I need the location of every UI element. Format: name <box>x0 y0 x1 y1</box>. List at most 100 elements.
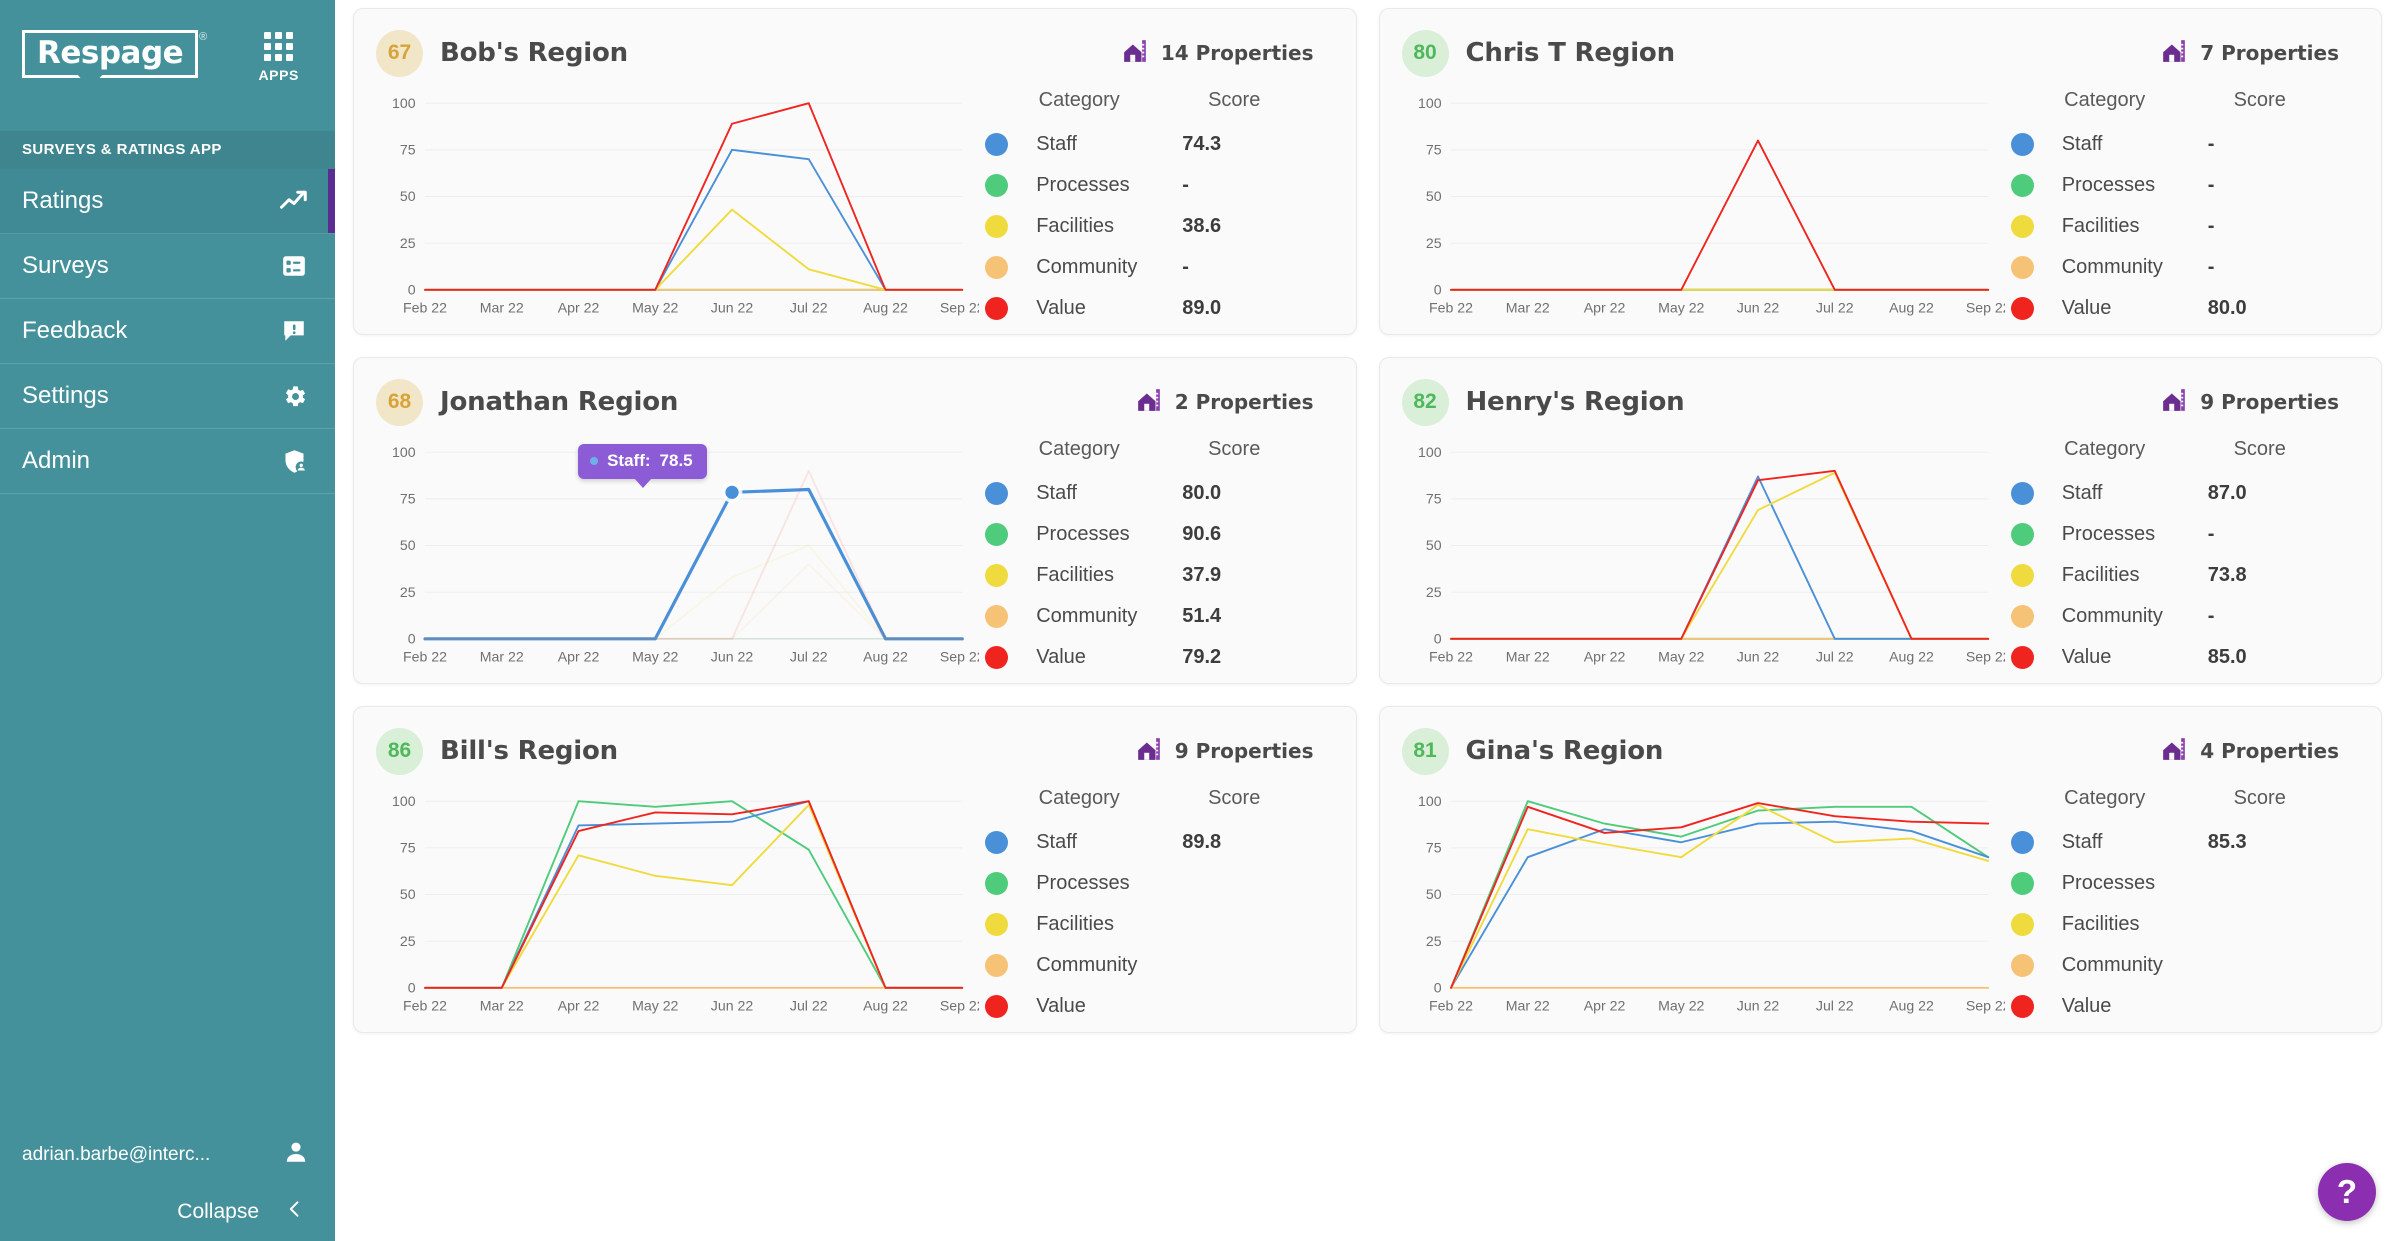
legend-color-dot <box>2011 605 2034 628</box>
sidebar-item-ratings[interactable]: Ratings <box>0 169 335 234</box>
legend-row[interactable]: Community- <box>979 247 1333 288</box>
legend-row[interactable]: Community <box>979 945 1333 986</box>
region-card[interactable]: 80Chris T Region7 Properties0255075100Fe… <box>1379 8 2383 335</box>
region-legend-table: CategoryScoreStaff-Processes-Facilities-… <box>2005 81 2359 331</box>
legend-color-dot <box>2011 482 2034 505</box>
y-axis-tick-label: 50 <box>1425 537 1441 553</box>
legend-row[interactable]: Processes <box>2005 863 2359 904</box>
y-axis-tick-label: 0 <box>1433 282 1441 298</box>
legend-row[interactable]: Processes- <box>979 165 1333 206</box>
region-line-chart[interactable]: 0255075100Feb 22Mar 22Apr 22May 22Jun 22… <box>1402 779 2005 1029</box>
x-axis-tick-label: Jul 22 <box>1815 648 1853 664</box>
legend-header-category: Category <box>2005 787 2205 810</box>
legend-category-label: Processes <box>2034 872 2204 895</box>
region-line-chart[interactable]: 0255075100Feb 22Mar 22Apr 22May 22Jun 22… <box>376 430 979 680</box>
region-card[interactable]: 67Bob's Region14 Properties0255075100Feb… <box>353 8 1357 335</box>
apps-button[interactable]: APPS <box>258 32 299 83</box>
legend-row[interactable]: Facilities73.8 <box>2005 555 2359 596</box>
y-axis-tick-label: 0 <box>408 980 416 996</box>
legend-row[interactable]: Processes90.6 <box>979 514 1333 555</box>
region-card[interactable]: 68Jonathan Region2 Properties0255075100F… <box>353 357 1357 684</box>
legend-row[interactable]: Community- <box>2005 247 2359 288</box>
legend-color-dot <box>2011 646 2034 669</box>
legend-row[interactable]: Community <box>2005 945 2359 986</box>
legend-score-value: 37.9 <box>1178 564 1288 587</box>
legend-score-value: - <box>2204 605 2314 628</box>
brand-logo[interactable]: Respage ® <box>22 30 198 78</box>
legend-row[interactable]: Staff87.0 <box>2005 473 2359 514</box>
properties-count-label: 2 Properties <box>1175 390 1314 414</box>
legend-color-dot <box>985 482 1008 505</box>
region-score-badge: 82 <box>1402 379 1449 426</box>
region-line-chart[interactable]: 0255075100Feb 22Mar 22Apr 22May 22Jun 22… <box>1402 81 2005 331</box>
chart-active-point[interactable] <box>725 486 738 499</box>
legend-header-score: Score <box>1179 787 1289 810</box>
legend-row[interactable]: Processes <box>979 863 1333 904</box>
y-axis-tick-label: 100 <box>392 95 416 111</box>
region-card[interactable]: 86Bill's Region9 Properties0255075100Feb… <box>353 706 1357 1033</box>
x-axis-tick-label: May 22 <box>632 997 678 1013</box>
region-title: Bill's Region <box>440 736 618 766</box>
legend-color-dot <box>985 297 1008 320</box>
legend-row[interactable]: Staff74.3 <box>979 124 1333 165</box>
legend-row[interactable]: Staff85.3 <box>2005 822 2359 863</box>
region-card-body: 0255075100Feb 22Mar 22Apr 22May 22Jun 22… <box>376 430 1334 680</box>
sidebar-item-surveys[interactable]: Surveys <box>0 234 335 299</box>
legend-score-value: - <box>2204 215 2314 238</box>
legend-row[interactable]: Processes- <box>2005 165 2359 206</box>
region-card[interactable]: 81Gina's Region4 Properties0255075100Feb… <box>1379 706 2383 1033</box>
sidebar-collapse-button[interactable]: Collapse <box>0 1183 335 1241</box>
legend-color-dot <box>2011 831 2034 854</box>
legend-row[interactable]: Processes- <box>2005 514 2359 555</box>
legend-row[interactable]: Staff- <box>2005 124 2359 165</box>
legend-row[interactable]: Facilities38.6 <box>979 206 1333 247</box>
region-score-badge: 67 <box>376 30 423 77</box>
region-line-chart[interactable]: 0255075100Feb 22Mar 22Apr 22May 22Jun 22… <box>376 81 979 331</box>
legend-color-dot <box>985 954 1008 977</box>
region-line-chart[interactable]: 0255075100Feb 22Mar 22Apr 22May 22Jun 22… <box>1402 430 2005 680</box>
sidebar-item-settings[interactable]: Settings <box>0 364 335 429</box>
legend-category-label: Value <box>2034 646 2204 669</box>
legend-row[interactable]: Value85.0 <box>2005 637 2359 678</box>
region-card[interactable]: 82Henry's Region9 Properties0255075100Fe… <box>1379 357 2383 684</box>
legend-score-value: - <box>2204 174 2314 197</box>
building-icon <box>2161 387 2187 418</box>
y-axis-tick-label: 25 <box>400 235 416 251</box>
y-axis-tick-label: 75 <box>1425 142 1441 158</box>
legend-category-label: Community <box>1008 954 1178 977</box>
legend-row[interactable]: Staff89.8 <box>979 822 1333 863</box>
legend-color-dot <box>2011 133 2034 156</box>
region-card-header: 80Chris T Region7 Properties <box>1402 25 2360 81</box>
legend-row[interactable]: Facilities <box>979 904 1333 945</box>
legend-row[interactable]: Community- <box>2005 596 2359 637</box>
legend-header-score: Score <box>2205 787 2315 810</box>
x-axis-tick-label: May 22 <box>1658 648 1704 664</box>
legend-color-dot <box>2011 174 2034 197</box>
legend-row[interactable]: Facilities <box>2005 904 2359 945</box>
region-legend-table: CategoryScore Staff85.3 Processes Facilitie… <box>2005 779 2359 1029</box>
legend-category-label: Community <box>1008 256 1178 279</box>
legend-score-value: - <box>2204 523 2314 546</box>
tooltip-series-dot <box>590 457 598 465</box>
legend-row[interactable]: Value80.0 <box>2005 288 2359 329</box>
sidebar-item-feedback[interactable]: Feedback <box>0 299 335 364</box>
sidebar-user[interactable]: adrian.barbe@interc... <box>0 1127 335 1183</box>
legend-header-score: Score <box>1179 89 1289 112</box>
legend-row[interactable]: Staff80.0 <box>979 473 1333 514</box>
sidebar-item-admin[interactable]: Admin <box>0 429 335 494</box>
x-axis-tick-label: Mar 22 <box>480 299 524 315</box>
legend-category-label: Facilities <box>2034 215 2204 238</box>
help-button[interactable]: ? <box>2318 1163 2376 1221</box>
x-axis-tick-label: Sep 22 <box>940 997 979 1013</box>
legend-row[interactable]: Facilities37.9 <box>979 555 1333 596</box>
legend-row[interactable]: Value79.2 <box>979 637 1333 678</box>
legend-row[interactable]: Facilities- <box>2005 206 2359 247</box>
legend-row[interactable]: Value89.0 <box>979 288 1333 329</box>
legend-header-row: CategoryScore <box>2005 438 2359 461</box>
legend-row[interactable]: Community51.4 <box>979 596 1333 637</box>
legend-row[interactable]: Value <box>2005 986 2359 1027</box>
region-line-chart[interactable]: 0255075100Feb 22Mar 22Apr 22May 22Jun 22… <box>376 779 979 1029</box>
legend-row[interactable]: Value <box>979 986 1333 1027</box>
properties-count: 9 Properties <box>1136 736 1314 767</box>
x-axis-tick-label: Aug 22 <box>1889 648 1934 664</box>
